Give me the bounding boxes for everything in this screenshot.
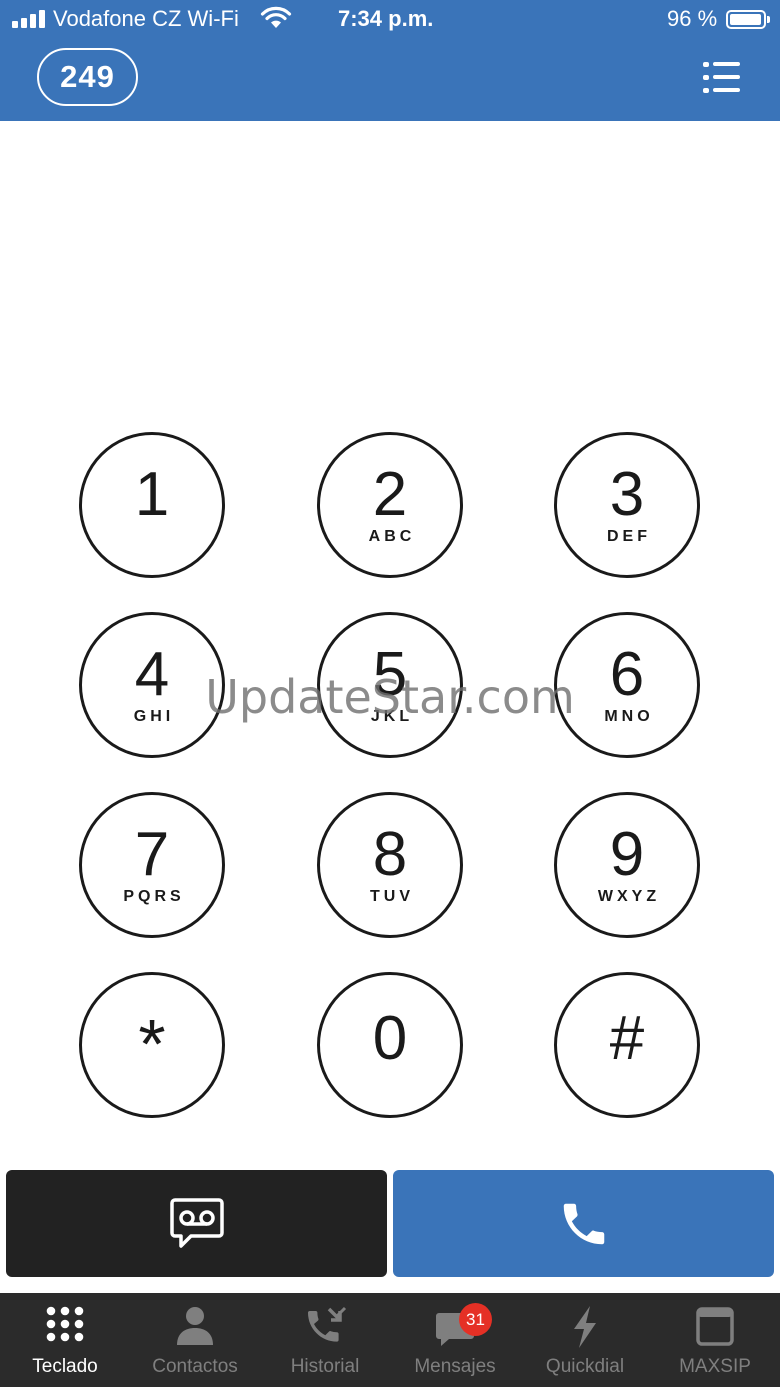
key-digit: 8 [372,820,408,889]
unread-messages-badge: 31 [459,1303,492,1336]
list-menu-icon[interactable] [703,62,740,93]
carrier-name: Vodafone CZ Wi-Fi [53,6,239,31]
key-8[interactable]: 8 TUV [317,792,463,938]
tab-label: Contactos [152,1356,238,1377]
cellular-signal-icon [12,10,45,28]
key-2[interactable]: 2 ABC [317,432,463,578]
account-number: 249 [60,59,115,94]
key-digit: 0 [372,1004,408,1073]
tab-maxsip[interactable]: MAXSIP [650,1293,780,1387]
key-digit: 1 [134,460,170,529]
tab-label: Teclado [32,1356,98,1377]
key-letters: PQRS [123,888,185,905]
key-7[interactable]: 7 PQRS [79,792,225,938]
key-5[interactable]: 5 JKL [317,612,463,758]
status-bar: Vodafone CZ Wi-Fi 7:34 p.m. 96 % [0,0,780,40]
tab-contactos[interactable]: Contactos [130,1293,260,1387]
key-letters: GHI [133,708,175,725]
key-digit: 5 [372,640,408,709]
person-icon [177,1307,213,1345]
key-4[interactable]: 4 GHI [79,612,225,758]
tab-teclado[interactable]: Teclado [0,1293,130,1387]
tab-label: Quickdial [545,1356,625,1377]
keypad-icon [46,1306,84,1342]
battery-fill [730,14,761,25]
account-number-badge[interactable]: 249 [37,48,138,106]
key-9[interactable]: 9 WXYZ [554,792,700,938]
tab-label: Mensajes [414,1356,496,1377]
tab-quickdial[interactable]: Quickdial [520,1293,650,1387]
key-letters: JKL [370,708,414,725]
key-6[interactable]: 6 MNO [554,612,700,758]
key-hash[interactable]: # [554,972,700,1118]
call-history-icon [308,1306,347,1342]
clock: 7:34 p.m. [338,6,434,31]
call-button[interactable] [393,1170,774,1277]
key-letters: TUV [370,888,414,905]
key-letters: MNO [604,708,654,725]
key-digit: 4 [134,640,170,709]
key-digit: 3 [609,460,645,529]
key-1[interactable]: 1 [79,432,225,578]
key-digit: 6 [609,640,645,709]
lightning-icon [574,1306,596,1348]
battery-percent: 96 % [667,6,718,31]
tab-mensajes[interactable]: 31 Mensajes [390,1293,520,1387]
bottom-tab-bar: Teclado Contactos Historial 31 Mensajes … [0,1293,780,1387]
tab-historial[interactable]: Historial [260,1293,390,1387]
key-digit: 7 [134,820,170,889]
key-digit: 9 [609,820,645,889]
app-header: Vodafone CZ Wi-Fi 7:34 p.m. 96 % 249 [0,0,780,121]
key-digit: # [609,1004,645,1073]
tab-label: Historial [290,1356,360,1377]
wifi-icon [260,6,292,28]
key-3[interactable]: 3 DEF [554,432,700,578]
key-letters: DEF [607,528,651,545]
voicemail-icon [169,1197,224,1248]
key-star[interactable]: * [79,972,225,1118]
key-digit: * [138,1005,166,1083]
phone-icon [563,1203,604,1244]
key-digit: 2 [372,460,408,529]
key-letters: WXYZ [597,888,661,905]
battery-icon [726,10,770,29]
key-letters: ABC [368,528,416,545]
key-0[interactable]: 0 [317,972,463,1118]
voicemail-button[interactable] [6,1170,387,1277]
tab-label: MAXSIP [679,1356,751,1377]
window-icon [696,1307,734,1346]
